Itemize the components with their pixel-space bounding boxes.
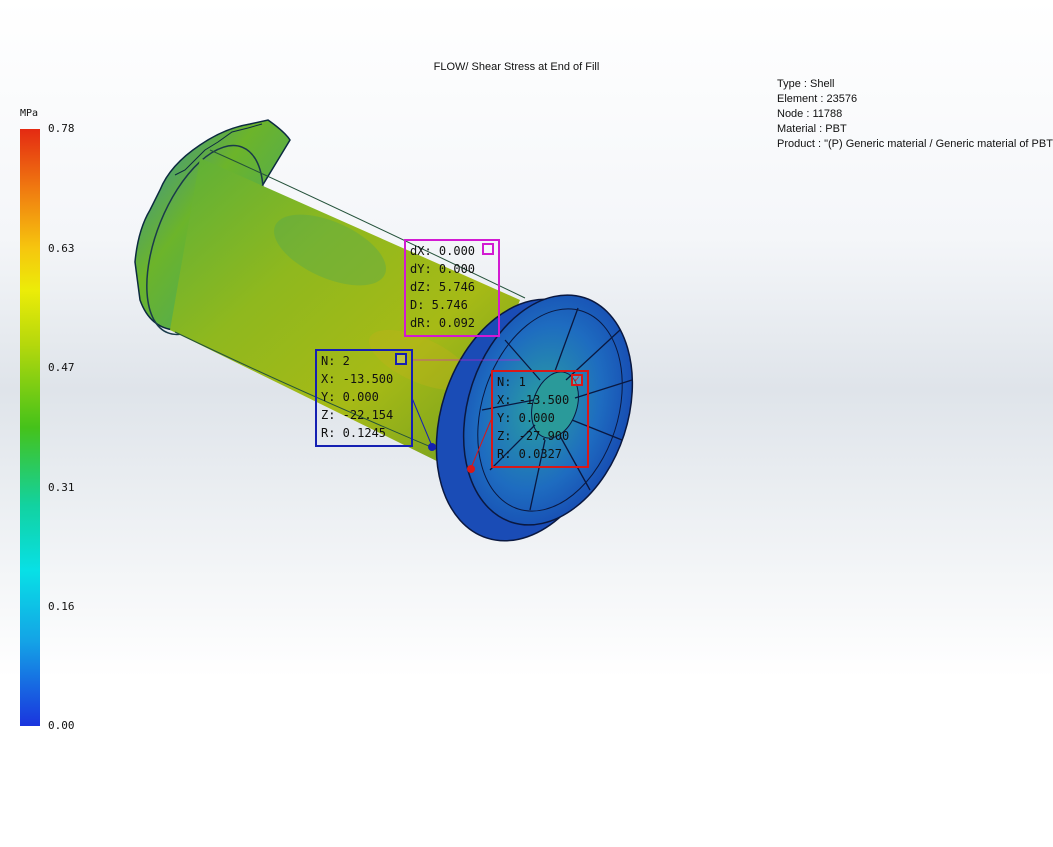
measure-checkbox[interactable] [482,243,494,255]
probe2-point[interactable] [428,443,436,451]
info-element: Element : 23576 [777,93,858,105]
legend-tick: 0.16 [48,600,75,613]
probe2-box[interactable]: N: 2 X: -13.500 Y: 0.000 Z: -22.154 R: 0… [315,349,413,447]
legend-tick: 0.47 [48,361,75,374]
probe1-box[interactable]: ✓ N: 1 X: -13.500 Y: 0.000 Z: -27.900 R:… [491,370,589,468]
probe1-line: Z: -27.900 [497,429,570,443]
legend-tick: 0.31 [48,481,75,494]
probe2-line: Y: 0.000 [321,390,379,404]
info-product: Product : "(P) Generic material / Generi… [777,138,1053,150]
probe2-line: R: 0.1245 [321,426,387,440]
probe2-line: Z: -22.154 [321,408,394,422]
plot-title: FLOW/ Shear Stress at End of Fill [433,61,600,73]
measure-line: dY: 0.000 [410,262,476,276]
probe1-point[interactable] [467,465,475,473]
probe1-line: Y: 0.000 [497,411,555,425]
measure-line: D: 5.746 [410,298,468,312]
measure-line: dZ: 5.746 [410,280,476,294]
probe1-checkbox-checked[interactable]: ✓ [571,374,583,386]
legend-tick: 0.00 [48,719,75,732]
legend-tick: 0.78 [48,122,75,135]
info-material: Material : PBT [777,123,847,135]
measure-line: dR: 0.092 [410,316,476,330]
info-type: Type : Shell [777,78,835,90]
legend-unit: MPa [20,108,39,119]
probe1-line: X: -13.500 [497,393,570,407]
color-scale-bar [20,129,40,726]
element-info-panel: Type : Shell Element : 23576 Node : 1178… [777,77,1053,152]
probe1-line: R: 0.0327 [497,447,563,461]
legend-tick: 0.63 [48,242,75,255]
measure-box[interactable]: dX: 0.000 dY: 0.000 dZ: 5.746 D: 5.746 d… [404,239,500,337]
probe2-line: X: -13.500 [321,372,394,386]
probe2-checkbox[interactable] [395,353,407,365]
info-node: Node : 11788 [777,108,843,120]
